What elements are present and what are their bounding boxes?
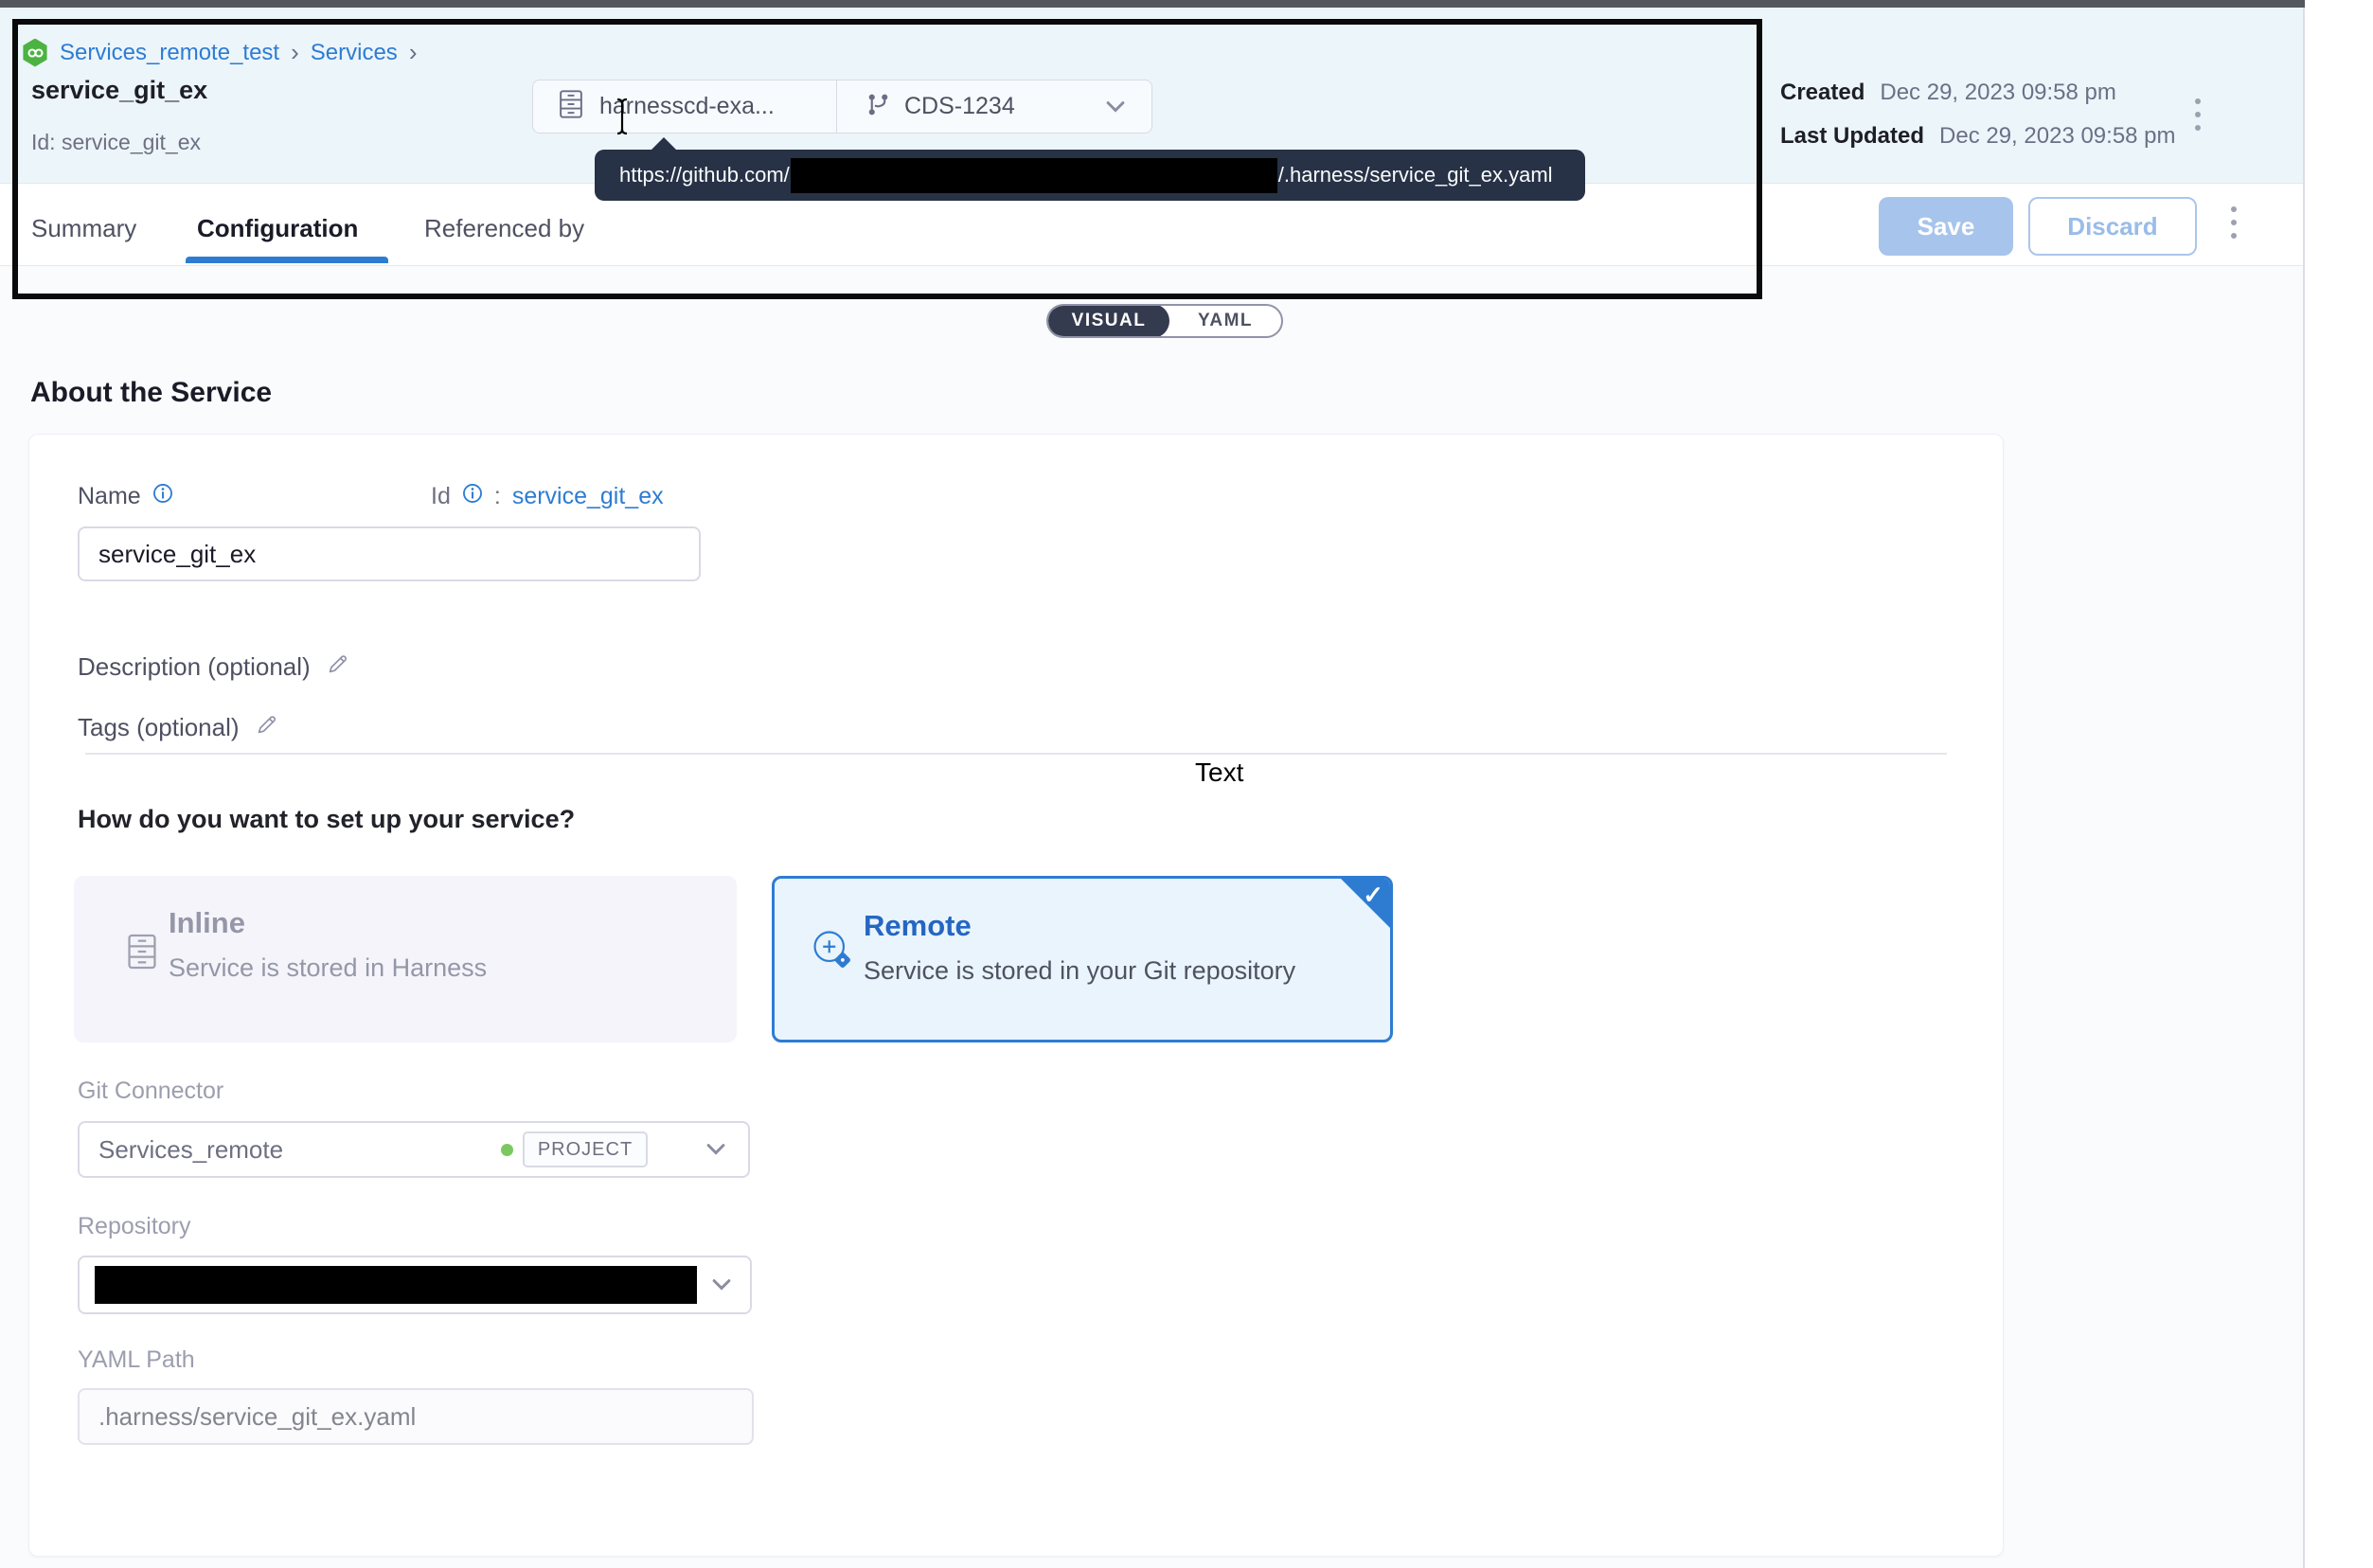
git-url-tooltip: https://github.com/ /.harness/service_gi… [595,150,1585,201]
created-value: Dec 29, 2023 09:58 pm [1880,80,2116,106]
section-divider [85,753,1947,755]
tooltip-url-suffix: /.harness/service_git_ex.yaml [1278,163,1553,187]
tags-label: Tags (optional) [78,713,240,742]
window-top-strip [0,0,2305,8]
name-label: Name [78,483,141,510]
tab-summary[interactable]: Summary [31,214,136,243]
redaction-bar [791,158,1277,193]
repository-cabinet-icon [558,89,584,124]
remote-git-icon [809,926,856,978]
breadcrumb: Services_remote_test › Services › [22,38,417,67]
updated-value: Dec 29, 2023 09:58 pm [1939,123,2176,150]
setup-question: How do you want to set up your service? [78,805,575,834]
created-row: Created Dec 29, 2023 09:58 pm [1780,80,2176,106]
toolbar-more-options-icon[interactable] [2231,206,2237,239]
toggle-yaml[interactable]: YAML [1169,304,1281,338]
section-heading: About the Service [30,377,272,409]
scope-badge: PROJECT [523,1131,648,1167]
breadcrumb-separator: › [291,38,299,67]
git-connector-select[interactable]: Services_remote PROJECT [78,1121,750,1178]
connector-status-dot [501,1144,513,1156]
name-label-row: Name [78,483,173,510]
inline-option-card[interactable]: Inline Service is stored in Harness [74,876,737,1042]
tab-configuration[interactable]: Configuration [197,214,358,243]
app-frame: Services_remote_test › Services › servic… [0,0,2305,1568]
service-id-text: Id: service_git_ex [31,130,201,155]
chevron-down-icon[interactable] [703,1136,729,1163]
check-icon: ✓ [1363,881,1383,910]
updated-label: Last Updated [1780,123,1924,150]
inline-cabinet-icon [126,933,158,975]
active-tab-underline [186,257,388,263]
redaction-bar [95,1266,697,1304]
git-connector-value: Services_remote [98,1135,283,1165]
text-cursor [611,97,633,141]
yaml-path-label: YAML Path [78,1346,195,1374]
id-row: Id : service_git_ex [431,483,664,510]
id-label: Id [431,483,451,510]
breadcrumb-separator: › [409,38,418,67]
repository-select[interactable] [78,1256,752,1314]
remote-title: Remote [864,909,972,943]
discard-button[interactable]: Discard [2028,197,2197,256]
save-button[interactable]: Save [1879,197,2013,256]
inline-title: Inline [169,906,245,940]
page-title: service_git_ex [31,76,207,105]
toggle-visual[interactable]: VISUAL [1048,304,1169,338]
inline-subtitle: Service is stored in Harness [169,953,487,983]
id-value-link[interactable]: service_git_ex [512,483,664,510]
created-label: Created [1780,80,1864,106]
breadcrumb-project-link[interactable]: Services_remote_test [60,40,279,66]
annotation-text: Text [1195,757,1243,788]
updated-row: Last Updated Dec 29, 2023 09:58 pm [1780,123,2176,150]
chevron-down-icon[interactable] [1102,94,1129,120]
tooltip-url-prefix: https://github.com/ [619,163,790,187]
branch-selector[interactable]: CDS-1234 [837,92,1151,122]
chevron-down-icon[interactable] [708,1272,735,1298]
id-colon: : [494,483,501,510]
edit-pencil-icon[interactable] [255,712,279,743]
remote-subtitle: Service is stored in your Git repository [864,956,1295,986]
breadcrumb-services-link[interactable]: Services [311,40,398,66]
description-row: Description (optional) [78,651,350,683]
screenshot-root: Services_remote_test › Services › servic… [0,0,2373,1568]
project-icon [22,39,48,67]
visual-yaml-toggle: VISUAL YAML [1046,304,1283,338]
name-input[interactable] [78,526,701,581]
info-icon[interactable] [152,483,173,510]
description-label: Description (optional) [78,652,311,682]
yaml-path-input[interactable] [78,1388,754,1445]
git-branch-icon [865,92,891,122]
repo-selector[interactable]: harnesscd-exa... [533,89,836,124]
repository-label: Repository [78,1213,191,1240]
edit-pencil-icon[interactable] [326,651,350,683]
header-more-options-icon[interactable] [2195,98,2201,131]
tags-row: Tags (optional) [78,712,279,743]
tab-referenced-by[interactable]: Referenced by [424,214,584,243]
branch-name-label: CDS-1234 [904,93,1015,120]
info-icon[interactable] [462,483,483,510]
git-connector-label: Git Connector [78,1078,223,1105]
timestamps-block: Created Dec 29, 2023 09:58 pm Last Updat… [1780,80,2176,167]
remote-option-card[interactable]: ✓ Remote Service is stored in your Git r… [772,876,1393,1042]
